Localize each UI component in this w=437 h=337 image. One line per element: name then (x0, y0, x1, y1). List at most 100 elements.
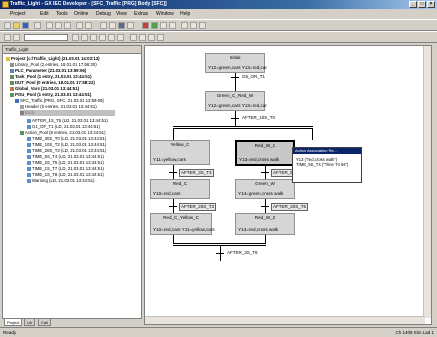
step-action: Y12=green,cars Y13=red,car (208, 103, 267, 108)
step-action: Y14=green,cross walk (238, 191, 284, 196)
folder-icon (10, 74, 14, 79)
stop-icon[interactable] (142, 22, 149, 29)
ladder-icon (27, 154, 31, 159)
toolbar-main (0, 19, 437, 31)
tree-item-body[interactable]: Body (20, 110, 115, 116)
forward-icon[interactable] (13, 34, 20, 41)
sfc-link (235, 73, 236, 93)
maximize-button[interactable]: □ (418, 1, 426, 8)
paste-icon[interactable] (64, 22, 71, 29)
folder-icon (10, 80, 14, 85)
step-name: Green_C_Red_W (216, 93, 254, 98)
parallel-divergence (173, 126, 313, 127)
sfc-transition[interactable] (231, 118, 239, 119)
zoom-icon[interactable] (169, 22, 176, 29)
transition-label: AFTER_10S_T0 (242, 115, 276, 120)
action-association-popup[interactable]: Action Association Re... Y13 ("red,cross… (292, 147, 362, 183)
step-action: Y13=red,cross walk (239, 157, 280, 162)
step-action: Y13=red,cross walk (238, 227, 279, 232)
sfc-transition[interactable] (261, 206, 269, 207)
run-icon[interactable] (151, 22, 158, 29)
sfc-link (312, 128, 313, 140)
step-name: Red_W_1 (254, 143, 276, 148)
undo-icon[interactable] (76, 22, 83, 29)
folder-icon (20, 130, 24, 135)
menu-window[interactable]: Window (156, 11, 174, 17)
menu-online[interactable]: Online (74, 11, 88, 17)
app-icon (2, 1, 9, 8)
grid-icon[interactable] (148, 34, 155, 41)
step-tool-icon[interactable] (72, 34, 79, 41)
divergence-icon[interactable] (108, 34, 115, 41)
build-icon[interactable] (109, 22, 116, 29)
window-icon[interactable] (157, 34, 164, 41)
menu-bar: Project Edit Tools Online Debug View Ext… (0, 9, 437, 19)
minimize-button[interactable]: _ (409, 1, 417, 8)
sfc-step[interactable]: Red_W_2 Y13=red,cross walk (235, 213, 295, 235)
menu-extras[interactable]: Extras (134, 11, 148, 17)
sfc-transition[interactable] (169, 206, 177, 207)
step-name: Red_C (172, 181, 188, 186)
step-action: Y12=green,cars Y13=red,car (208, 65, 267, 70)
zoom-out-icon[interactable] (139, 34, 146, 41)
tree-item-action[interactable]: Warning (LD, 21.03.01 13:44:51) (27, 178, 94, 184)
step-icon[interactable] (160, 22, 167, 29)
new-icon[interactable] (4, 22, 11, 29)
toolbar-sfc (0, 31, 437, 43)
ladder-icon (27, 142, 31, 147)
replace-icon[interactable] (190, 22, 197, 29)
tab-call[interactable]: Call (38, 319, 51, 326)
sfc-transition[interactable] (216, 253, 224, 254)
transfer-icon[interactable] (118, 22, 125, 29)
sfc-editor[interactable]: Initial Y12=green,cars Y13=red,car G5_OR… (144, 45, 432, 325)
sfc-step[interactable]: Yellow_C Y11=yellow,cars (150, 140, 210, 165)
step-name: Yellow_C (170, 142, 190, 147)
zoom-combo[interactable] (24, 34, 68, 41)
sfc-transition[interactable] (261, 172, 269, 173)
step-name: Red_W_2 (254, 215, 276, 220)
compile-icon[interactable] (100, 22, 107, 29)
print-icon[interactable] (34, 22, 41, 29)
menu-view[interactable]: View (116, 11, 127, 17)
vertical-scrollbar[interactable] (423, 46, 431, 318)
close-button[interactable]: × (427, 1, 435, 8)
help-icon[interactable] (199, 22, 206, 29)
cut-icon[interactable] (46, 22, 53, 29)
sfc-step[interactable]: Red_C Y10=red,cars (150, 179, 210, 199)
sfc-step-active[interactable]: Red_W_1 Y13=red,cross walk (235, 140, 295, 166)
branch-tool-icon[interactable] (90, 34, 97, 41)
sfc-step[interactable]: Green_W Y14=green,cross walk (235, 179, 295, 199)
horizontal-scrollbar[interactable] (145, 316, 425, 324)
sfc-step[interactable]: Red_C_Yellow_C Y10=red,cars Y11=yellow,c… (150, 213, 215, 235)
tab-lib[interactable]: Lib (24, 319, 36, 326)
sfc-transition[interactable] (169, 172, 177, 173)
menu-debug[interactable]: Debug (96, 11, 111, 17)
convergence-icon[interactable] (117, 34, 124, 41)
ladder-icon (27, 136, 31, 141)
zoom-in-icon[interactable] (130, 34, 137, 41)
redo-icon[interactable] (85, 22, 92, 29)
menu-tools[interactable]: Tools (56, 11, 68, 17)
sfc-step[interactable]: Initial Y12=green,cars Y13=red,car (205, 53, 267, 73)
sfc-transition[interactable] (231, 77, 239, 78)
tree-tabs: Project Lib Call (2, 318, 142, 327)
menu-project[interactable]: Project (10, 11, 26, 17)
transition-tool-icon[interactable] (81, 34, 88, 41)
ladder-icon (27, 148, 31, 153)
save-icon[interactable] (22, 22, 29, 29)
open-icon[interactable] (13, 22, 20, 29)
folder-icon (10, 62, 14, 67)
menu-edit[interactable]: Edit (40, 11, 49, 17)
sfc-step[interactable]: Green_C_Red_W Y12=green,cars Y13=red,car (205, 91, 267, 111)
back-icon[interactable] (4, 34, 11, 41)
project-tree[interactable]: Traffic_Light Project [c:\Traffic_Light]… (2, 45, 142, 325)
variables-icon (10, 86, 14, 91)
tree-header-label: Traffic_Light (5, 47, 29, 52)
find-icon[interactable] (181, 22, 188, 29)
menu-help[interactable]: Help (180, 11, 190, 17)
monitor-icon[interactable] (127, 22, 134, 29)
copy-icon[interactable] (55, 22, 62, 29)
jump-tool-icon[interactable] (99, 34, 106, 41)
tree-header: Traffic_Light (3, 46, 141, 54)
tab-project[interactable]: Project (4, 319, 23, 326)
